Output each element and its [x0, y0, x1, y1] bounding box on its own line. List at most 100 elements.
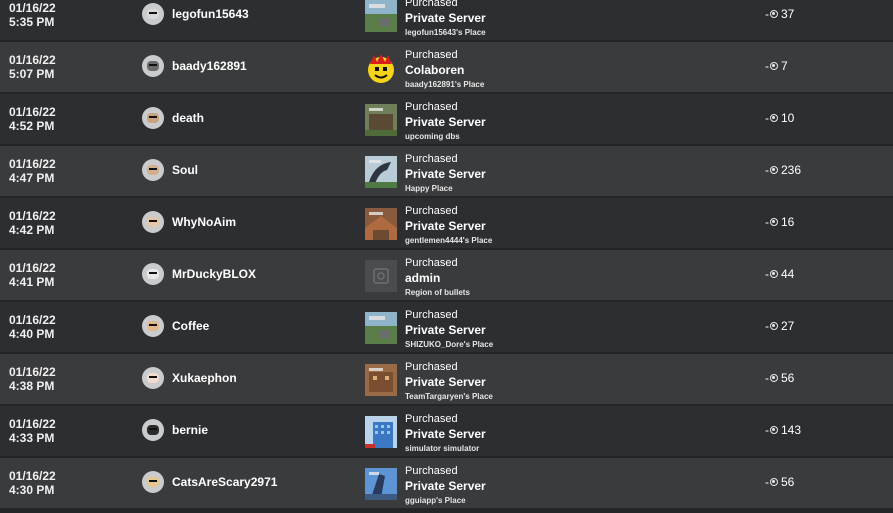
item-action: Purchased	[405, 309, 458, 321]
user-avatar[interactable]	[142, 367, 164, 389]
amount-value: 37	[781, 7, 795, 21]
item-name-link[interactable]: Private Server	[405, 219, 492, 233]
item-action: Purchased	[405, 101, 458, 113]
robux-icon	[770, 114, 778, 122]
item-details: Purchased Private Server Happy Place	[405, 153, 486, 194]
username-link[interactable]: Xukaephon	[172, 371, 237, 385]
transaction-amount: - 143	[765, 423, 801, 437]
user-avatar[interactable]	[142, 419, 164, 441]
amount-value: 7	[781, 59, 788, 73]
time-text: 4:30 PM	[9, 483, 55, 497]
username-link[interactable]: legofun15643	[172, 7, 249, 21]
username-link[interactable]: death	[172, 111, 204, 125]
username-link[interactable]: Soul	[172, 163, 198, 177]
place-name-link[interactable]: TeamTargaryen's Place	[405, 392, 493, 402]
avatar-eyes	[149, 376, 157, 378]
time-text: 4:52 PM	[9, 119, 55, 133]
avatar-face	[147, 269, 159, 279]
item-name-link[interactable]: admin	[405, 271, 470, 285]
transactions-list: 01/16/22 5:35 PM legofun15643 Purchased …	[0, 0, 893, 510]
item-thumbnail[interactable]	[365, 260, 397, 292]
item-thumbnail[interactable]	[365, 416, 397, 448]
transaction-amount: - 37	[765, 7, 794, 21]
item-thumbnail[interactable]	[365, 364, 397, 396]
transaction-date: 01/16/22 4:38 PM	[9, 365, 56, 393]
item-details: Purchased Private Server simulator simul…	[405, 413, 486, 454]
item-action: Purchased	[405, 413, 458, 425]
item-name-link[interactable]: Private Server	[405, 375, 493, 389]
transaction-row: 01/16/22 4:52 PM death Purchased Private…	[0, 94, 893, 144]
item-thumbnail[interactable]	[365, 312, 397, 344]
item-details: Purchased Private Server TeamTargaryen's…	[405, 361, 493, 402]
item-thumbnail[interactable]	[365, 156, 397, 188]
place-name-link[interactable]: legofun15643's Place	[405, 28, 486, 38]
place-name-link[interactable]: Region of bullets	[405, 288, 470, 298]
avatar-eyes	[149, 220, 157, 222]
avatar-eyes	[149, 116, 157, 118]
place-name-link[interactable]: baady162891's Place	[405, 80, 484, 90]
amount-value: 56	[781, 475, 795, 489]
place-name-link[interactable]: upcoming dbs	[405, 132, 486, 142]
transaction-amount: - 44	[765, 267, 794, 281]
avatar-face	[147, 9, 159, 19]
username-link[interactable]: MrDuckyBLOX	[172, 267, 256, 281]
transactions-table: 01/16/22 5:35 PM legofun15643 Purchased …	[0, 0, 893, 513]
item-name-link[interactable]: Colaboren	[405, 63, 484, 77]
item-action: Purchased	[405, 153, 458, 165]
username-link[interactable]: Coffee	[172, 319, 209, 333]
transaction-row: 01/16/22 4:42 PM WhyNoAim Purchased Priv…	[0, 198, 893, 248]
date-text: 01/16/22	[9, 157, 56, 171]
item-action: Purchased	[405, 465, 458, 477]
item-name-link[interactable]: Private Server	[405, 427, 486, 441]
avatar-eyes	[149, 480, 157, 482]
transaction-date: 01/16/22 4:40 PM	[9, 313, 56, 341]
username-link[interactable]: bernie	[172, 423, 208, 437]
user-avatar[interactable]	[142, 263, 164, 285]
time-text: 4:42 PM	[9, 223, 55, 237]
item-name-link[interactable]: Private Server	[405, 323, 493, 337]
item-action: Purchased	[405, 0, 458, 9]
item-thumbnail[interactable]	[365, 208, 397, 240]
item-action: Purchased	[405, 205, 458, 217]
user-avatar[interactable]	[142, 107, 164, 129]
item-name-link[interactable]: Private Server	[405, 115, 486, 129]
user-avatar[interactable]	[142, 3, 164, 25]
item-details: Purchased Private Server gguiapp's Place	[405, 465, 486, 506]
item-thumbnail[interactable]	[365, 104, 397, 136]
item-thumbnail[interactable]	[365, 468, 397, 500]
place-name-link[interactable]: SHIZUKO_Dore's Place	[405, 340, 493, 350]
amount-sign: -	[765, 7, 769, 21]
transaction-amount: - 56	[765, 475, 794, 489]
place-name-link[interactable]: simulator simulator	[405, 444, 486, 454]
place-name-link[interactable]: Happy Place	[405, 184, 486, 194]
date-text: 01/16/22	[9, 53, 56, 67]
username-link[interactable]: CatsAreScary2971	[172, 475, 277, 489]
item-details: Purchased Colaboren baady162891's Place	[405, 49, 484, 90]
user-avatar[interactable]	[142, 211, 164, 233]
transaction-date: 01/16/22 5:07 PM	[9, 53, 56, 81]
item-thumbnail[interactable]	[365, 52, 397, 84]
item-name-link[interactable]: Private Server	[405, 167, 486, 181]
transaction-row: 01/16/22 4:30 PM CatsAreScary2971 Purcha…	[0, 458, 893, 508]
item-name-link[interactable]: Private Server	[405, 479, 486, 493]
amount-sign: -	[765, 267, 769, 281]
item-name-link[interactable]: Private Server	[405, 11, 486, 25]
date-text: 01/16/22	[9, 469, 56, 483]
user-avatar[interactable]	[142, 159, 164, 181]
user-avatar[interactable]	[142, 315, 164, 337]
amount-value: 236	[781, 163, 802, 177]
place-name-link[interactable]: gguiapp's Place	[405, 496, 486, 506]
time-text: 4:33 PM	[9, 431, 55, 445]
avatar-face	[147, 321, 159, 331]
place-name-link[interactable]: gentlemen4444's Place	[405, 236, 492, 246]
user-avatar[interactable]	[142, 471, 164, 493]
avatar-face	[147, 425, 159, 435]
item-thumbnail[interactable]	[365, 0, 397, 32]
user-avatar[interactable]	[142, 55, 164, 77]
username-link[interactable]: baady162891	[172, 59, 247, 73]
time-text: 4:38 PM	[9, 379, 55, 393]
amount-sign: -	[765, 371, 769, 385]
username-link[interactable]: WhyNoAim	[172, 215, 236, 229]
amount-sign: -	[765, 319, 769, 333]
item-action: Purchased	[405, 257, 458, 269]
